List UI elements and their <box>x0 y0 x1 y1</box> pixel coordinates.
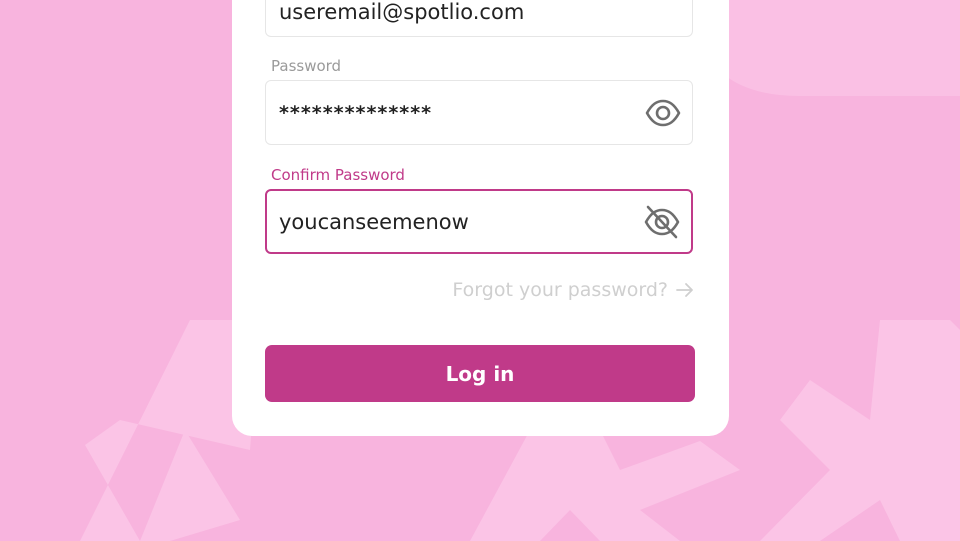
email-field[interactable]: useremail@spotlio.com <box>265 0 693 37</box>
password-field-value: ************** <box>279 101 433 124</box>
email-field-value: useremail@spotlio.com <box>279 0 525 24</box>
confirm-password-label: Confirm Password <box>271 166 405 184</box>
password-label: Password <box>271 57 342 75</box>
login-button[interactable]: Log in <box>265 345 695 402</box>
arrow-right-icon <box>676 283 693 297</box>
forgot-password-text: Forgot your password? <box>452 279 668 301</box>
eye-icon[interactable] <box>644 94 682 132</box>
forgot-password-link[interactable]: Forgot your password? <box>452 279 694 301</box>
confirm-password-field-value: youcanseemenow <box>279 209 469 234</box>
confirm-password-field[interactable]: youcanseemenow <box>265 189 693 254</box>
password-field[interactable]: ************** <box>265 80 693 145</box>
eye-off-icon[interactable] <box>643 203 681 241</box>
login-button-label: Log in <box>445 361 515 386</box>
